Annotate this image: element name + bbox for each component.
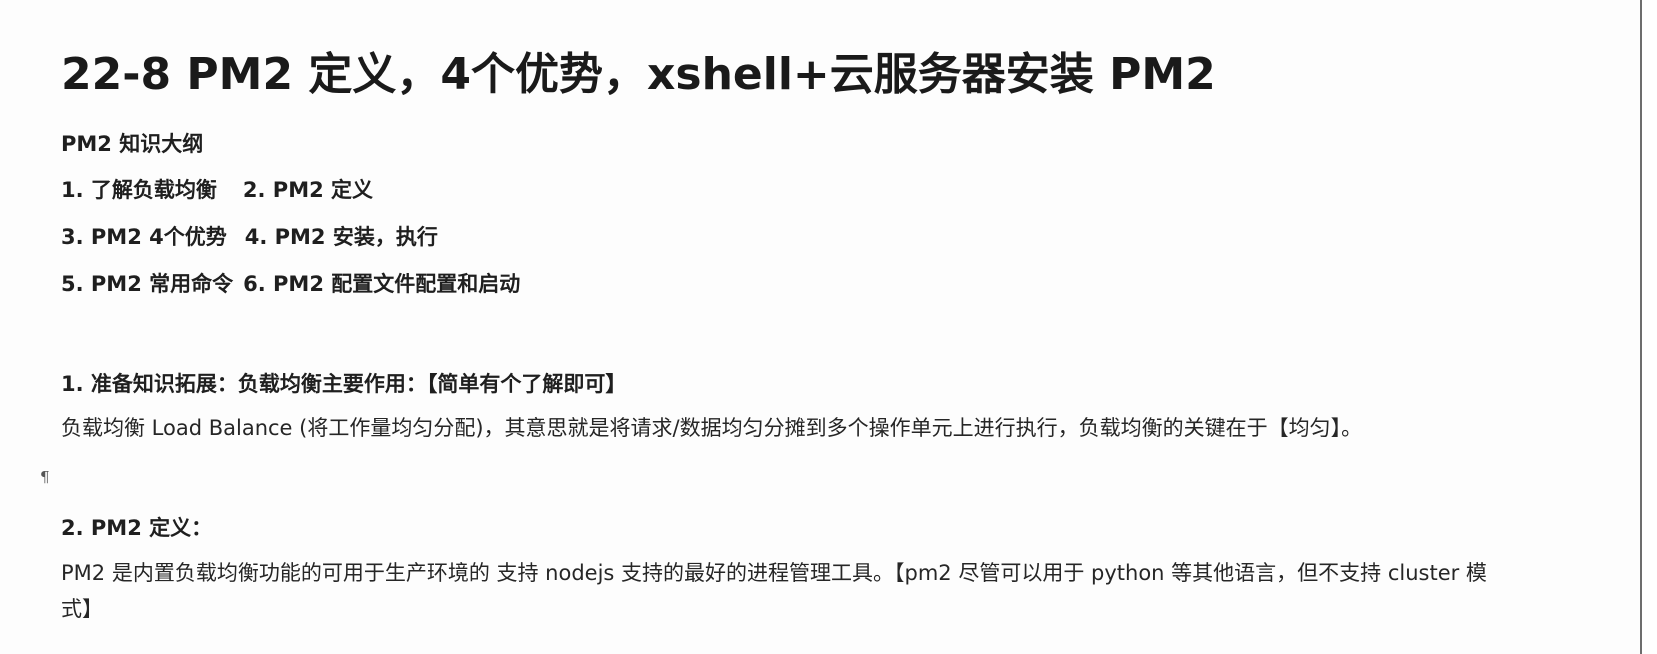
section1-body: 负载均衡 Load Balance (将工作量均匀分配)，其意思就是将请求/数据… [61,416,1363,440]
outline-row-2: 3. PM2 4个优势 4. PM2 安装，执行 [61,221,438,251]
document-title: 22-8 PM2 定义，4个优势，xshell+云服务器安装 PM2 [61,49,1216,100]
outline-row-3: 5. PM2 常用命令 6. PM2 配置文件配置和启动 [61,268,520,298]
outline-item-3: 3. PM2 4个优势 [61,225,227,249]
outline-item-2: 2. PM2 定义 [242,178,374,202]
outline-item-1: 1. 了解负载均衡 [61,178,217,202]
outline-heading: PM2 知识大纲 [61,132,204,156]
section2-heading: 2. PM2 定义： [61,516,213,540]
document-page: 22-8 PM2 定义，4个优势，xshell+云服务器安装 PM2 PM2 知… [0,0,1640,654]
outline-item-6: 6. PM2 配置文件配置和启动 [243,272,521,296]
section2-body-line2: 式】 [61,597,103,621]
section2-body-line1: PM2 是内置负载均衡功能的可用于生产环境的 支持 nodejs 支持的最好的进… [61,561,1487,585]
page-edge-divider [1640,0,1657,654]
section1-heading: 1. 准备知识拓展：负载均衡主要作用：【简单有个了解即可】 [61,372,627,396]
paragraph-mark-icon: ¶ [40,468,50,486]
outline-item-5: 5. PM2 常用命令 [61,272,234,296]
outline-item-4: 4. PM2 安装，执行 [244,225,438,249]
outline-row-1: 1. 了解负载均衡 2. PM2 定义 [61,174,373,204]
